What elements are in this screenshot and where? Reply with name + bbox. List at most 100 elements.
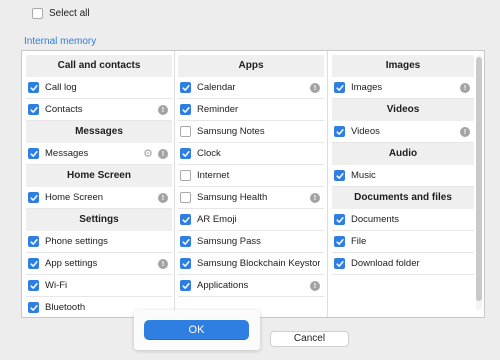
checkbox[interactable]	[28, 104, 39, 115]
checkbox[interactable]	[28, 302, 39, 313]
checkbox[interactable]	[180, 104, 191, 115]
checkmark-icon	[29, 106, 38, 113]
option-label: App settings	[45, 258, 98, 269]
option-reminder[interactable]: Reminder	[178, 99, 324, 121]
option-label: Messages	[45, 148, 89, 159]
option-samsung-pass[interactable]: Samsung Pass	[178, 231, 324, 253]
option-samsung-notes[interactable]: Samsung Notes	[178, 121, 324, 143]
option-label: Phone settings	[45, 236, 108, 247]
checkbox[interactable]	[180, 170, 191, 181]
checkbox[interactable]	[180, 82, 191, 93]
checkmark-icon	[181, 150, 190, 157]
option-label: Contacts	[45, 104, 83, 115]
checkmark-icon	[335, 238, 344, 245]
checkbox[interactable]	[28, 280, 39, 291]
option-label: Call log	[45, 82, 77, 93]
checkmark-icon	[29, 260, 38, 267]
checkbox[interactable]	[180, 280, 191, 291]
checkbox[interactable]	[28, 82, 39, 93]
checkbox[interactable]	[180, 192, 191, 203]
column-divider	[174, 51, 175, 317]
info-icon[interactable]: !	[460, 82, 470, 93]
info-icon[interactable]: !	[158, 104, 168, 115]
info-icon[interactable]: !	[158, 192, 168, 203]
info-icon[interactable]: !	[310, 82, 320, 93]
scrollbar-thumb[interactable]	[476, 57, 482, 301]
option-label: Samsung Notes	[197, 126, 265, 137]
info-icon[interactable]: !	[310, 192, 320, 203]
checkbox[interactable]	[334, 214, 345, 225]
gear-icon[interactable]: ⚙	[143, 148, 153, 159]
checkmark-icon	[181, 216, 190, 223]
option-messages[interactable]: Messages ⚙!	[26, 143, 172, 165]
option-label: AR Emoji	[197, 214, 237, 225]
info-icon[interactable]: !	[310, 280, 320, 291]
option-label: File	[351, 236, 367, 247]
checkbox[interactable]	[334, 82, 345, 93]
category-header-images: Images	[332, 55, 474, 77]
option-clock[interactable]: Clock	[178, 143, 324, 165]
checkbox[interactable]	[180, 214, 191, 225]
option-calendar[interactable]: Calendar!	[178, 77, 324, 99]
option-label: Images	[351, 82, 383, 93]
option-contacts[interactable]: Contacts!	[26, 99, 172, 121]
column-1: Call and contacts Call log Contacts! Messag…	[26, 55, 172, 317]
checkbox[interactable]	[28, 192, 39, 203]
select-all-option[interactable]: Select all	[32, 8, 90, 19]
category-header-messages: Messages	[26, 121, 172, 143]
option-call-log[interactable]: Call log	[26, 77, 172, 99]
info-icon[interactable]: !	[158, 258, 168, 269]
category-header-home-screen: Home Screen	[26, 165, 172, 187]
option-label: Applications	[197, 280, 249, 291]
info-icon[interactable]: !	[158, 148, 168, 159]
checkbox[interactable]	[334, 236, 345, 247]
option-images[interactable]: Images!	[332, 77, 474, 99]
checkbox[interactable]	[28, 236, 39, 247]
checkmark-icon	[335, 216, 344, 223]
checkbox[interactable]	[28, 258, 39, 269]
checkbox[interactable]	[334, 258, 345, 269]
option-label: Clock	[197, 148, 221, 159]
option-label: Reminder	[197, 104, 239, 115]
checkmark-icon	[181, 282, 190, 289]
checkbox[interactable]	[334, 126, 345, 137]
option-samsung-blockchain-keystore[interactable]: Samsung Blockchain Keystore	[178, 253, 324, 275]
option-music[interactable]: Music	[332, 165, 474, 187]
scrollbar[interactable]	[476, 55, 482, 310]
category-header-settings: Settings	[26, 209, 172, 231]
option-samsung-health[interactable]: Samsung Health!	[178, 187, 324, 209]
checkmark-icon	[335, 260, 344, 267]
option-label: Home Screen	[45, 192, 104, 203]
option-phone-settings[interactable]: Phone settings	[26, 231, 172, 253]
column-divider	[327, 51, 328, 317]
option-label: Samsung Health	[197, 192, 268, 203]
option-wi-fi[interactable]: Wi-Fi	[26, 275, 172, 297]
ok-button[interactable]: OK	[144, 320, 249, 340]
checkbox[interactable]	[334, 170, 345, 181]
checkmark-icon	[181, 260, 190, 267]
option-ar-emoji[interactable]: AR Emoji	[178, 209, 324, 231]
column-2: Apps Calendar! Reminder Samsung Notes Clock I…	[178, 55, 324, 317]
option-label: Samsung Blockchain Keystore	[197, 258, 320, 269]
checkmark-icon	[181, 106, 190, 113]
select-all-checkbox[interactable]	[32, 8, 43, 19]
option-download-folder[interactable]: Download folder	[332, 253, 474, 275]
option-documents[interactable]: Documents	[332, 209, 474, 231]
option-home-screen[interactable]: Home Screen!	[26, 187, 172, 209]
option-label: Documents	[351, 214, 400, 225]
category-header-audio: Audio	[332, 143, 474, 165]
checkbox[interactable]	[180, 258, 191, 269]
checkbox[interactable]	[180, 126, 191, 137]
info-icon[interactable]: !	[460, 126, 470, 137]
option-internet[interactable]: Internet	[178, 165, 324, 187]
option-label: Music	[351, 170, 376, 181]
option-applications[interactable]: Applications!	[178, 275, 324, 297]
option-app-settings[interactable]: App settings!	[26, 253, 172, 275]
cancel-button[interactable]: Cancel	[270, 331, 349, 347]
checkbox[interactable]	[28, 148, 39, 159]
option-videos[interactable]: Videos!	[332, 121, 474, 143]
option-label: Samsung Pass	[197, 236, 261, 247]
checkbox[interactable]	[180, 236, 191, 247]
checkbox[interactable]	[180, 148, 191, 159]
option-file[interactable]: File	[332, 231, 474, 253]
